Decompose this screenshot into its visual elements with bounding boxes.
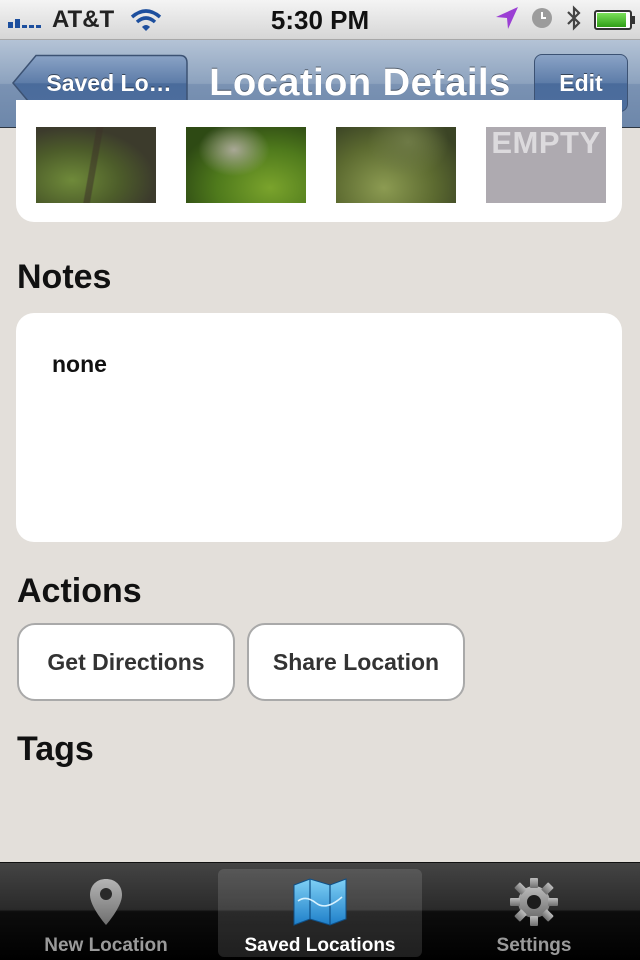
photo-thumbnail-3[interactable] (336, 127, 456, 203)
tab-saved-locations[interactable]: Saved Locations (218, 869, 422, 957)
tags-heading: Tags (17, 730, 94, 768)
empty-label: EMPTY (491, 127, 601, 160)
notes-text: none (52, 351, 107, 377)
notes-card[interactable]: none (16, 313, 622, 542)
map-pin-icon (4, 877, 208, 927)
tab-bar: New Location Saved Locations Settings (0, 862, 640, 960)
photo-thumbnail-2[interactable] (186, 127, 306, 203)
alarm-clock-icon (530, 6, 554, 35)
status-bar: AT&T 5:30 PM (0, 0, 640, 40)
bluetooth-icon (564, 4, 584, 37)
photo-thumbnail-1[interactable] (36, 127, 156, 203)
photos-card: EMPTY (16, 100, 622, 222)
photo-slot-empty[interactable]: EMPTY (486, 127, 606, 203)
battery-icon (594, 10, 635, 30)
folded-map-icon (218, 877, 422, 927)
tab-new-location[interactable]: New Location (4, 869, 208, 957)
actions-heading: Actions (17, 572, 142, 610)
tab-label: Settings (496, 935, 572, 956)
status-icons (494, 4, 635, 37)
tab-label: Saved Locations (244, 935, 396, 956)
location-arrow-icon (494, 5, 520, 36)
gear-icon (432, 877, 636, 927)
get-directions-button[interactable]: Get Directions (17, 623, 235, 701)
notes-heading: Notes (17, 258, 112, 296)
share-location-button[interactable]: Share Location (247, 623, 465, 701)
tab-settings[interactable]: Settings (432, 869, 636, 957)
tab-label: New Location (44, 935, 168, 956)
